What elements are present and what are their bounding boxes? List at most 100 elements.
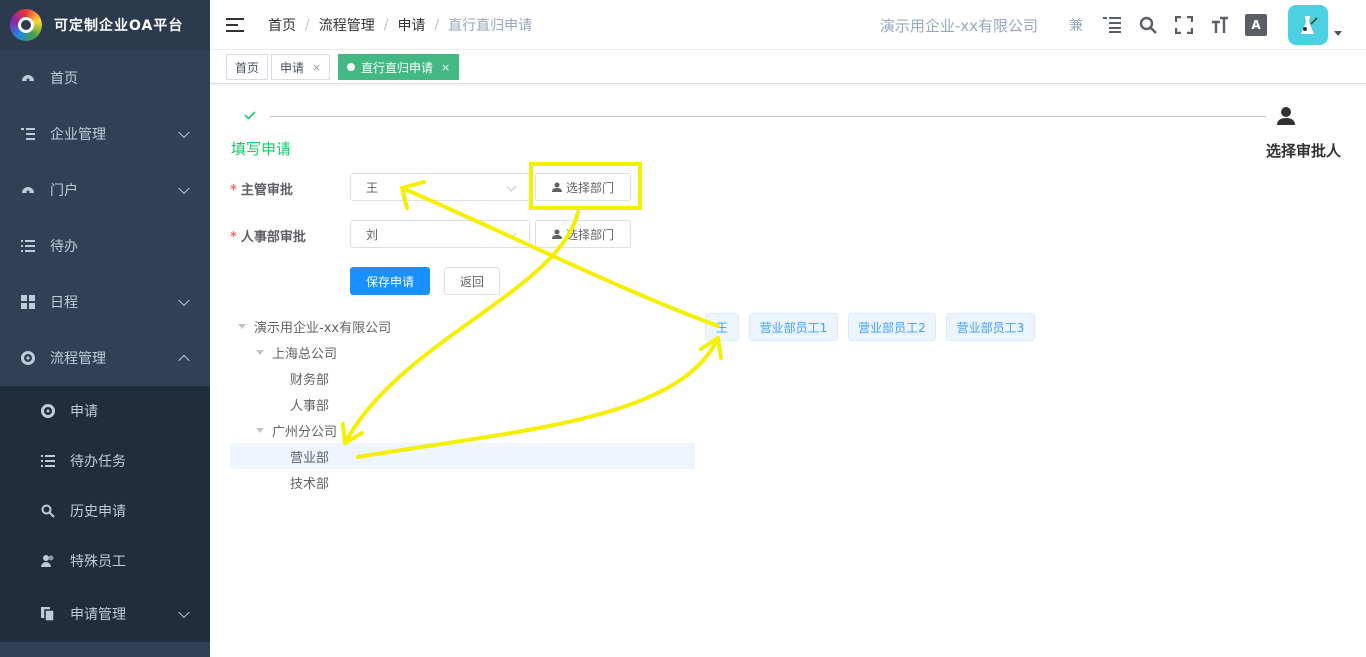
sidebar: 可定制企业OA平台 首页 企业管理 门户 待办 日程 流程管理 申请 待办任务 … [0,0,210,657]
sidebar-item-portal[interactable]: 门户 [0,162,210,218]
caret-down-icon[interactable] [238,323,246,329]
select-department-button-hr[interactable]: 选择部门 [535,220,631,248]
breadcrumb-item[interactable]: 申请 [397,15,425,35]
tag-direct-return-apply[interactable]: 直行直归申请 × [338,54,460,80]
required-mark: * [230,183,237,198]
sidebar-item-label: 待办任务 [70,454,126,470]
text-size-icon[interactable] [1209,14,1231,36]
sidebar-item-label: 企业管理 [50,127,106,143]
breadcrumb-current: 直行直归申请 [448,17,533,34]
tree-node-label: 财务部 [290,372,330,388]
tree-node-label: 人事部 [290,398,330,414]
check-icon [243,108,257,126]
list-icon [40,453,56,469]
sidebar-item-workflow[interactable]: 流程管理 [0,330,210,386]
chevron-down-icon [506,181,517,192]
tree-node-sales[interactable]: 营业部 [290,443,329,469]
sidebar-item-label: 历史申请 [70,504,126,520]
sidebar-item-label: 首页 [50,71,78,87]
app-title: 可定制企业OA平台 [54,18,184,34]
chevron-down-icon [178,606,190,619]
breadcrumb-separator: / [383,16,389,33]
select-value: 王 [366,180,379,195]
breadcrumb-separator: / [434,16,440,33]
sidebar-item-label: 流程管理 [50,351,106,367]
sidebar-item-label: 门户 [50,183,78,199]
chevron-up-icon [178,354,190,367]
sidebar-item-history[interactable]: 历史申请 [0,486,210,536]
sidebar-item-enterprise[interactable]: 企业管理 [0,106,210,162]
sidebar-item-schedule[interactable]: 日程 [0,274,210,330]
sidebar-item-home[interactable]: 首页 [0,50,210,106]
breadcrumb: 首页 / 流程管理 / 申请 / 直行直归申请 [268,15,532,35]
chevron-down-icon [506,228,517,239]
caret-down-icon[interactable] [256,427,264,433]
sidebar-item-tasks[interactable]: 待办任务 [0,436,210,486]
list-icon [20,238,36,254]
caret-down-icon[interactable] [1334,30,1342,36]
tree-node-label: 技术部 [290,476,330,492]
grid-icon [20,294,36,310]
step-title-fill: 填写申请 [231,140,292,158]
fullscreen-icon[interactable] [1173,14,1195,36]
annotation-arrowhead [699,336,723,360]
sidebar-item-special-staff[interactable]: 特殊员工 [0,536,210,586]
sidebar-item-label: 申请管理 [70,607,126,623]
label-text: 人事部审批 [240,230,306,245]
breadcrumb-item[interactable]: 流程管理 [319,15,375,35]
tag-apply[interactable]: 申请 × [271,54,331,80]
sidebar-item-apply-manage[interactable]: 申请管理 [0,586,210,642]
step-title-approver: 选择审批人 [1266,142,1342,160]
top-navbar: 首页 / 流程管理 / 申请 / 直行直归申请 演示用企业-xx有限公司 兼 A [210,0,1366,50]
employee-tag[interactable]: 营业部员工2 [848,313,936,341]
dashboard-icon [20,182,36,198]
close-icon[interactable]: × [312,61,321,74]
tree-node-guangzhou[interactable]: 广州分公司 [256,417,337,443]
tree-node-label: 演示用企业-xx有限公司 [254,320,392,336]
employee-tag[interactable]: 营业部员工1 [749,313,838,341]
caret-down-icon[interactable] [256,349,264,355]
select-value: 刘 [366,227,379,242]
tree-node-company[interactable]: 演示用企业-xx有限公司 [238,313,391,339]
translate-icon-label: A [1251,18,1261,32]
copy-icon [40,606,56,622]
supervisor-select[interactable]: 王 [350,173,530,201]
translate-icon[interactable]: A [1245,14,1267,36]
tree-node-shanghai[interactable]: 上海总公司 [256,339,337,365]
sidebar-item-label: 申请 [70,404,98,420]
close-icon[interactable]: × [441,61,450,74]
sidebar-item-apply[interactable]: 申请 [0,386,210,436]
form-label-hr: * 人事部审批 [230,226,306,245]
menu-tree-icon[interactable] [1101,14,1123,36]
save-button[interactable]: 保存申请 [350,267,430,295]
avatar[interactable] [1288,5,1328,45]
employee-tag[interactable]: 营业部员工3 [946,313,1035,341]
annotation-arrowhead [341,422,364,445]
back-button[interactable]: 返回 [444,267,500,295]
user-role-label[interactable]: 兼 [1065,14,1087,36]
list-tree-icon [20,126,36,142]
tree-node-label: 营业部 [290,450,330,466]
tree-node-hr[interactable]: 人事部 [290,391,329,417]
search-icon[interactable] [1137,14,1159,36]
app-logo[interactable]: 可定制企业OA平台 [0,0,210,50]
sidebar-item-label: 日程 [50,295,78,311]
sidebar-item-todo[interactable]: 待办 [0,218,210,274]
required-mark: * [230,230,237,245]
hamburger-icon[interactable] [226,17,244,32]
user-icon [1276,106,1296,130]
gear-icon [20,350,36,366]
step-line [270,116,1266,117]
company-name: 演示用企业-xx有限公司 [879,16,1038,35]
breadcrumb-item[interactable]: 首页 [268,15,296,35]
tree-node-finance[interactable]: 财务部 [290,365,329,391]
breadcrumb-separator: / [305,16,310,33]
tag-home[interactable]: 首页 [226,54,269,80]
chevron-down-icon [178,294,190,307]
user-icon [551,229,562,239]
hr-select[interactable]: 刘 [350,220,530,248]
tag-label: 首页 [235,60,260,75]
tree-node-tech[interactable]: 技术部 [290,469,329,495]
employee-tag[interactable]: 王 [705,313,739,341]
navbar-right: 演示用企业-xx有限公司 兼 A [880,0,1366,50]
